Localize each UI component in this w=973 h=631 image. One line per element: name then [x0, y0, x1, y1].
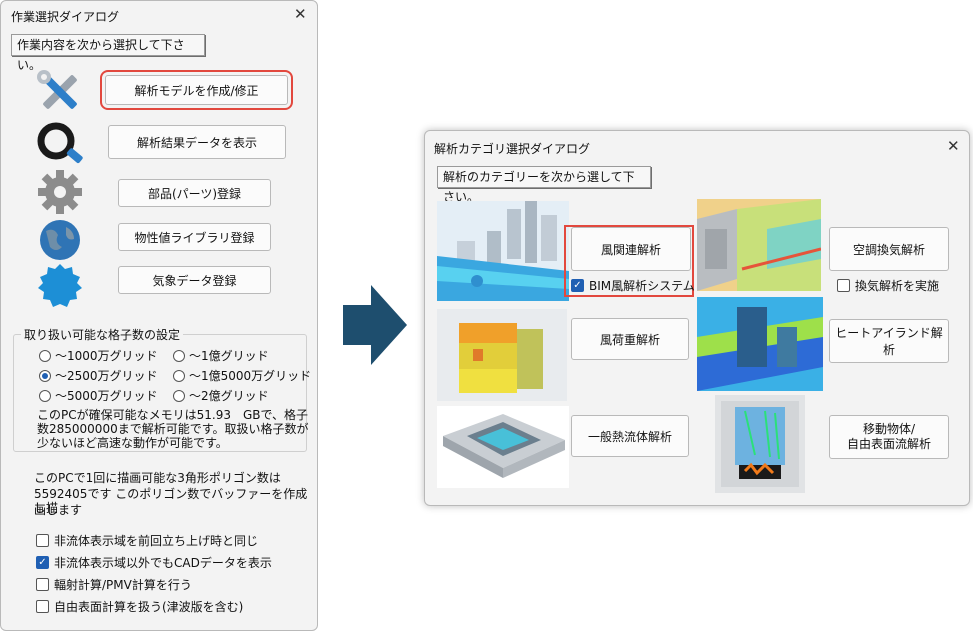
memory-note-line3: 少ないほど高速な動作が可能です。 — [37, 436, 228, 450]
grid-group-label: 取り扱い可能な格子数の設定 — [21, 326, 184, 343]
terrain-wind-image — [697, 199, 821, 291]
dialog-title: 作業選択ダイアログ — [11, 10, 120, 24]
memory-note-line2: 数285000000まで解析可能です。取扱い格子数が — [37, 422, 309, 436]
analysis-category-dialog: 解析カテゴリ選択ダイアログ ✕ 解析のカテゴリーを次から選して下さい。 風関連解… — [424, 130, 970, 506]
radio-100m-grid[interactable]: ～1億グリッド — [173, 347, 269, 364]
radio-50m-grid[interactable]: ～5000万グリッド — [39, 387, 158, 404]
category-instruction-button[interactable]: 解析のカテゴリーを次から選して下さい。 — [437, 166, 651, 204]
register-parts-button[interactable]: 部品(パーツ)登録 — [118, 179, 271, 207]
free-surface-image — [715, 395, 805, 493]
wind-load-image — [437, 309, 567, 401]
show-results-button[interactable]: 解析結果データを表示 — [108, 125, 286, 159]
heat-island-image — [697, 297, 823, 391]
moving-free-surface-button[interactable]: 移動物体/ 自由表面流解析 — [829, 415, 949, 459]
close-icon[interactable]: ✕ — [947, 137, 960, 155]
checkbox-same-display-area[interactable]: 非流体表示域を前回立ち上げ時と同じ — [36, 532, 258, 549]
dialog2-title: 解析カテゴリ選択ダイアログ — [434, 142, 591, 156]
gear-icon — [34, 169, 86, 215]
checkbox-free-surface[interactable]: 自由表面計算を扱う(津波版を含む) — [36, 598, 243, 615]
create-edit-model-button[interactable]: 解析モデルを作成/修正 — [100, 70, 293, 110]
moving-label-line1: 移動物体/ — [862, 422, 916, 436]
seal-icon — [34, 263, 86, 309]
thermal-fluid-button[interactable]: 一般熱流体解析 — [571, 415, 689, 457]
radio-25m-grid[interactable]: ～2500万グリッド — [39, 367, 158, 384]
radio-200m-grid[interactable]: ～2億グリッド — [173, 387, 269, 404]
heat-island-button[interactable]: ヒートアイランド解析 — [829, 319, 949, 363]
close-icon[interactable]: ✕ — [294, 5, 307, 23]
radio-150m-grid[interactable]: ～1億5000万グリッド — [173, 367, 311, 384]
thermal-fluid-image — [437, 406, 569, 488]
work-selection-dialog: 作業選択ダイアログ ✕ 作業内容を次から選択して下さい。 解析モデルを作成/修正… — [0, 0, 318, 631]
hvac-analysis-button[interactable]: 空調換気解析 — [829, 227, 949, 271]
radio-10m-grid[interactable]: ～1000万グリッド — [39, 347, 158, 364]
checkbox-show-cad-outside[interactable]: ✓ 非流体表示域以外でもCADデータを表示 — [36, 554, 272, 571]
wind-load-button[interactable]: 風荷重解析 — [571, 318, 689, 360]
checkbox-bim-wind[interactable]: ✓ BIM風解析システム — [571, 277, 695, 294]
register-weather-data-button[interactable]: 気象データ登録 — [118, 266, 271, 294]
polygon-note-line3: 画します — [34, 503, 83, 517]
memory-note-line1: このPCが確保可能なメモリは51.93 GBで、格子 — [37, 408, 309, 422]
magnifier-icon — [34, 121, 86, 167]
tools-icon — [34, 69, 86, 115]
arrow-right-icon — [343, 285, 407, 365]
polygon-note-line1: このPCで1回に描画可能な3角形ポリゴン数は — [34, 471, 281, 485]
checkbox-radiation-pmv[interactable]: 輻射計算/PMV計算を行う — [36, 576, 192, 593]
checkbox-ventilation[interactable]: 換気解析を実施 — [837, 277, 939, 294]
city-wind-image — [437, 201, 569, 301]
instruction-button[interactable]: 作業内容を次から選択して下さい。 — [11, 34, 205, 72]
moving-label-line2: 自由表面流解析 — [846, 437, 931, 451]
globe-icon — [34, 217, 86, 263]
register-material-library-button[interactable]: 物性値ライブラリ登録 — [118, 223, 271, 251]
